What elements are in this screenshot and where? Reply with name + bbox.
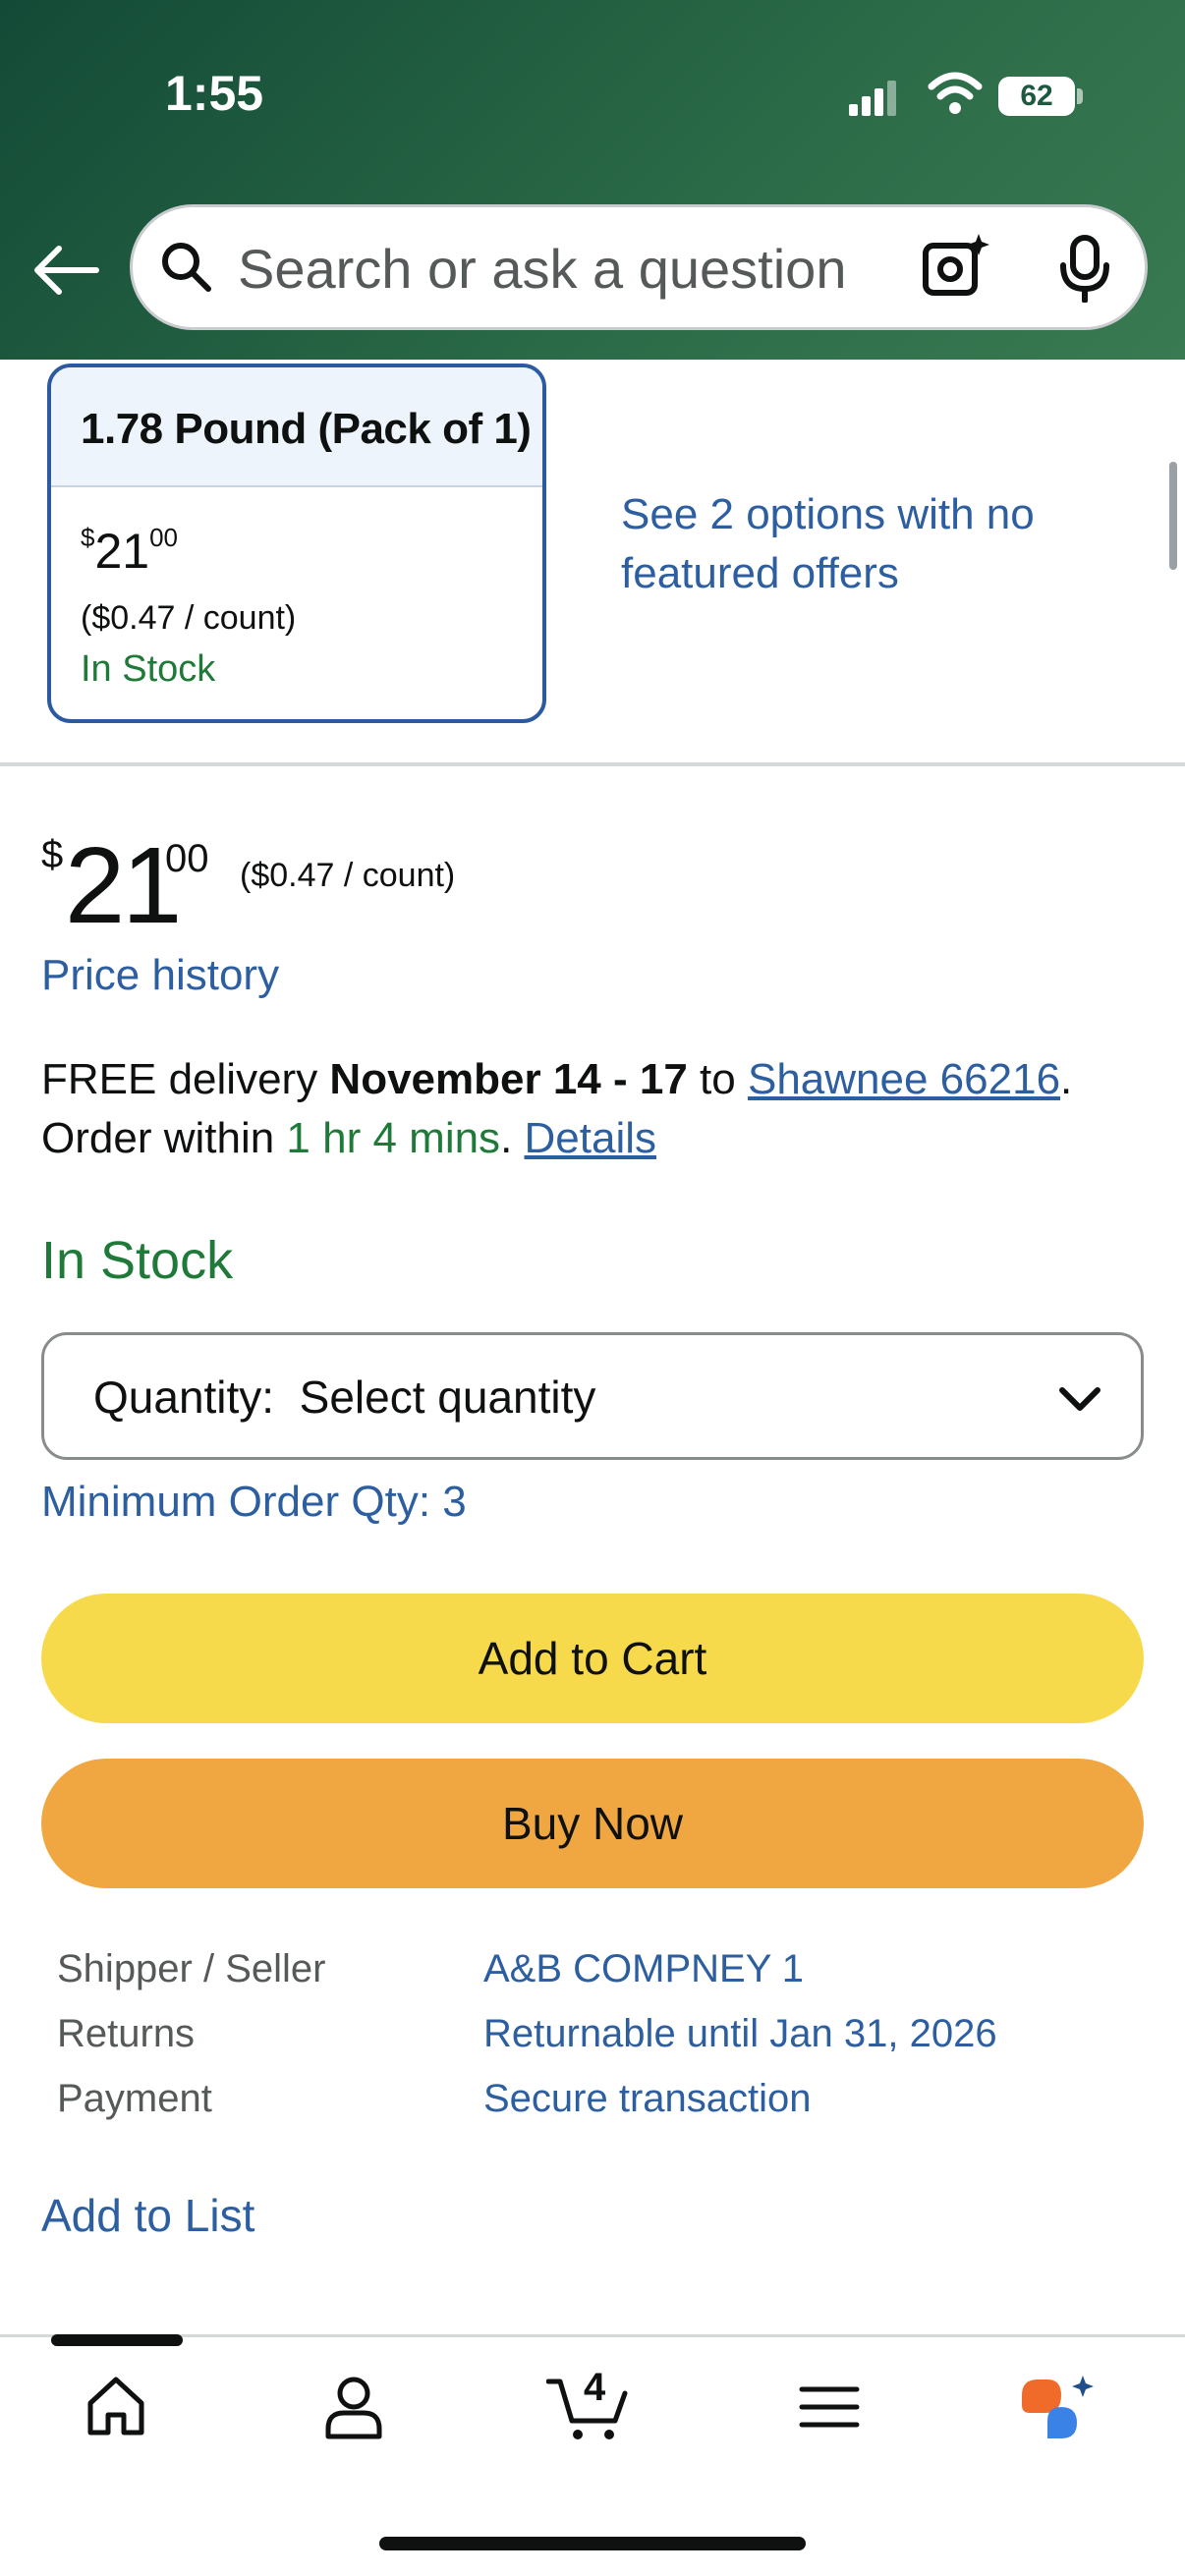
status-time: 1:55 [165, 66, 264, 121]
quantity-dropdown[interactable]: Quantity: Select quantity [41, 1332, 1144, 1460]
horizontal-scroll-indicator [1169, 462, 1177, 570]
delivery-details-link[interactable]: Details [525, 1114, 657, 1162]
cellular-signal-icon [849, 77, 898, 116]
variant-stock-status: In Stock [81, 648, 216, 690]
order-cutoff: Order within 1 hr 4 mins. Details [41, 1114, 656, 1163]
back-arrow-icon[interactable] [29, 241, 102, 300]
stock-status: In Stock [41, 1231, 234, 1290]
variant-price-symbol: $ [81, 523, 95, 552]
section-divider [0, 762, 1185, 766]
chevron-down-icon [1059, 1387, 1100, 1411]
account-icon[interactable] [318, 2372, 389, 2442]
delivery-info: FREE delivery November 14 - 17 to Shawne… [41, 1055, 1072, 1104]
quantity-label: Quantity: Select quantity [93, 1372, 596, 1423]
delivery-dates: November 14 - 17 [329, 1055, 688, 1103]
price-fraction: 00 [165, 837, 209, 880]
payment-link[interactable]: Secure transaction [483, 2077, 812, 2121]
see-more-options-link[interactable]: See 2 options with no featured offers [621, 485, 1044, 603]
variant-card-header: 1.78 Pound (Pack of 1) [51, 367, 542, 487]
wifi-icon [928, 72, 983, 114]
seller-link[interactable]: A&B COMPNEY 1 [483, 1947, 804, 1991]
returns-label: Returns [57, 2012, 196, 2055]
shipper-seller-label: Shipper / Seller [57, 1947, 326, 1990]
home-icon[interactable] [81, 2372, 151, 2442]
variant-option-card[interactable]: 1.78 Pound (Pack of 1) $2100 ($0.47 / co… [47, 364, 546, 723]
price-whole: 21 [65, 825, 182, 946]
variant-unit-price: ($0.47 / count) [81, 599, 297, 637]
variant-title: 1.78 Pound (Pack of 1) [81, 405, 532, 453]
order-period: . [500, 1114, 525, 1162]
add-to-cart-button[interactable]: Add to Cart [41, 1594, 1144, 1723]
add-to-list-link[interactable]: Add to List [41, 2189, 254, 2242]
menu-icon[interactable] [794, 2372, 865, 2442]
unit-price: ($0.47 / count) [240, 857, 456, 894]
price-symbol: $ [41, 833, 64, 876]
home-indicator [379, 2537, 806, 2550]
delivery-prefix: FREE delivery [41, 1055, 330, 1103]
microphone-icon[interactable] [1053, 234, 1116, 303]
battery-tip [1077, 88, 1083, 104]
variant-price-fraction: 00 [149, 523, 179, 552]
price-history-link[interactable]: Price history [41, 951, 279, 1000]
search-icon [162, 243, 211, 292]
search-input[interactable] [238, 228, 926, 308]
returns-link[interactable]: Returnable until Jan 31, 2026 [483, 2012, 997, 2056]
battery-icon: 62 [998, 77, 1075, 116]
payment-label: Payment [57, 2077, 212, 2120]
buy-now-button[interactable]: Buy Now [41, 1759, 1144, 1888]
delivery-location-link[interactable]: Shawnee 66216 [748, 1055, 1060, 1103]
variant-price: $2100 [81, 523, 178, 580]
order-within-label: Order within [41, 1114, 287, 1162]
delivery-period: . [1060, 1055, 1073, 1103]
delivery-to: to [687, 1055, 748, 1103]
active-tab-indicator [51, 2334, 183, 2346]
rufus-assistant-icon[interactable] [1018, 2372, 1100, 2442]
cart-count-badge: 4 [584, 2366, 606, 2409]
camera-search-icon[interactable] [920, 232, 990, 303]
variant-price-whole: 21 [94, 524, 150, 579]
minimum-order-qty: Minimum Order Qty: 3 [41, 1478, 467, 1526]
order-countdown: 1 hr 4 mins [286, 1114, 501, 1162]
